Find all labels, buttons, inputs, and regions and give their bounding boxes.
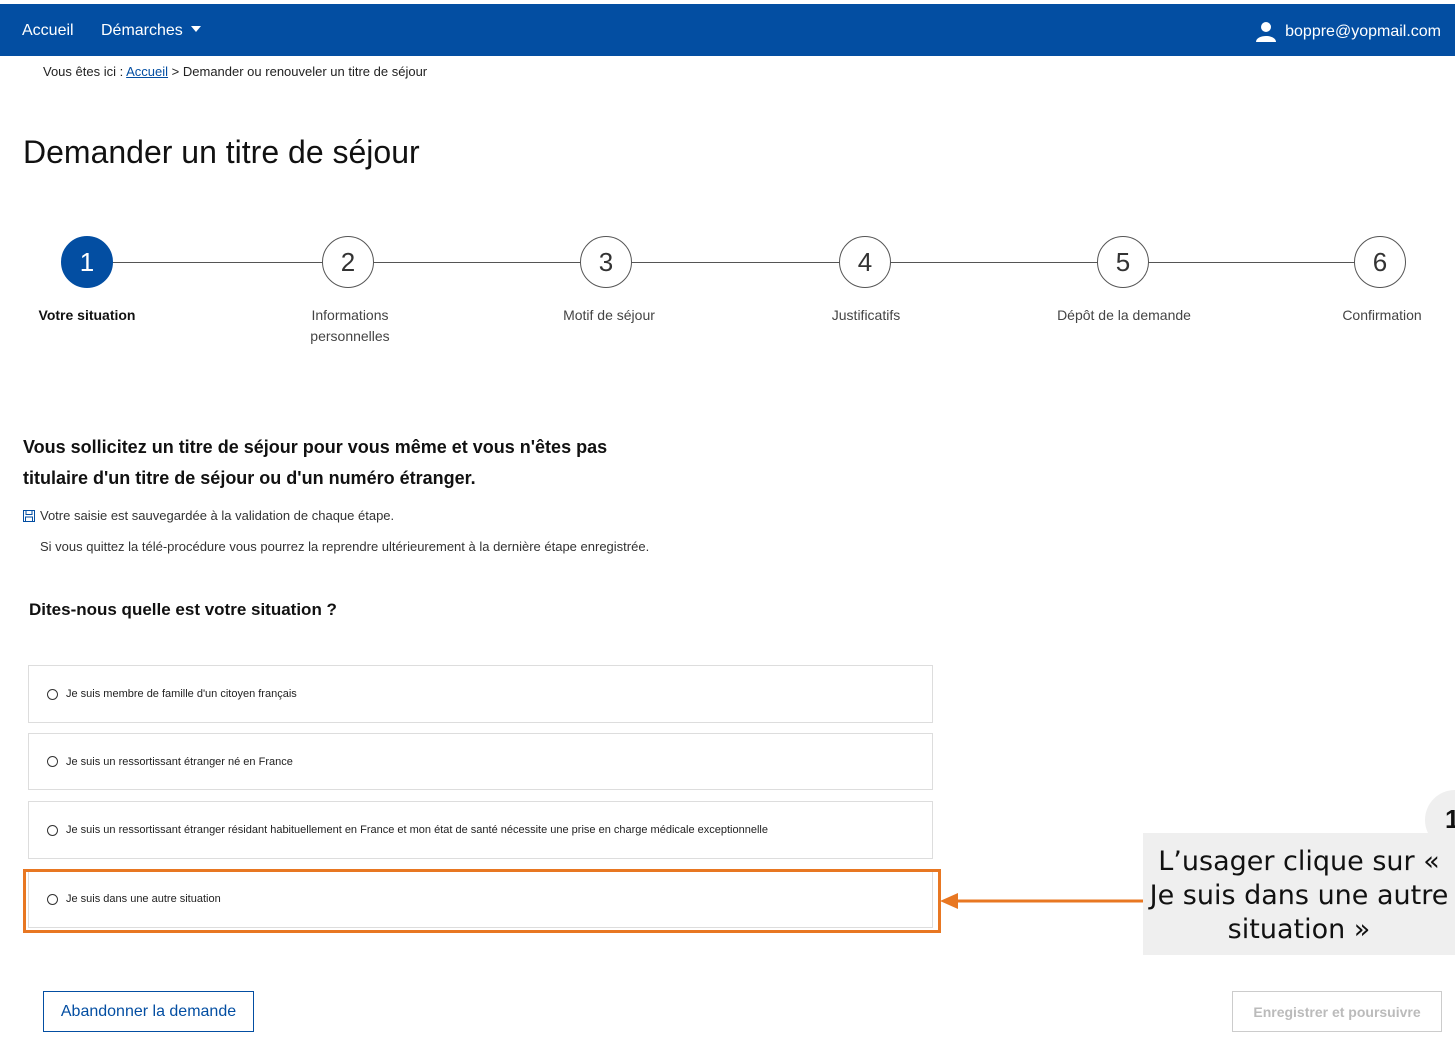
- breadcrumb-current: > Demander ou renouveler un titre de séj…: [171, 64, 428, 79]
- option-label: Je suis un ressortissant étranger né en …: [66, 755, 293, 768]
- step-6-circle: 6: [1354, 236, 1406, 288]
- annotation-arrow-icon: [940, 893, 1145, 909]
- save-note-text: Votre saisie est sauvegardée à la valida…: [40, 508, 395, 523]
- nav-demarches-menu[interactable]: Démarches: [101, 22, 201, 40]
- option-born-in-france[interactable]: Je suis un ressortissant étranger né en …: [28, 733, 933, 790]
- nav-home-link[interactable]: Accueil: [22, 22, 74, 40]
- step-2-circle: 2: [322, 236, 374, 288]
- save-note: Votre saisie est sauvegardée à la valida…: [23, 508, 394, 523]
- intro-text: Vous sollicitez un titre de séjour pour …: [23, 437, 608, 488]
- user-icon: [1256, 22, 1277, 42]
- step-3-label: Motif de séjour: [563, 307, 655, 323]
- nav-demarches-label: Démarches: [101, 22, 183, 39]
- progress-stepper: 1 2 3 4 5 6 Votre situation Informations…: [0, 236, 1455, 356]
- step-2-label: Informations personnelles: [310, 307, 390, 344]
- step-1-label: Votre situation: [38, 307, 136, 323]
- option-family-french-citizen[interactable]: Je suis membre de famille d'un citoyen f…: [28, 665, 933, 723]
- breadcrumb-prefix: Vous êtes ici :: [43, 64, 124, 79]
- stepper-line: [112, 262, 1358, 263]
- save-icon: [23, 509, 35, 522]
- radio-button[interactable]: [47, 756, 58, 767]
- annotation-callout: L’usager clique sur « Je suis dans une a…: [1143, 833, 1455, 955]
- breadcrumb-home-link[interactable]: Accueil: [126, 64, 168, 79]
- step-4-label: Justificatifs: [831, 307, 901, 323]
- step-6-label: Confirmation: [1342, 307, 1422, 323]
- quit-note: Si vous quittez la télé-procédure vous p…: [40, 539, 650, 554]
- page-title: Demander un titre de séjour: [23, 134, 420, 170]
- radio-button[interactable]: [47, 688, 58, 700]
- top-navbar: Accueil Démarches boppre@yopmail.com: [0, 0, 1455, 56]
- option-label: Je suis un ressortissant étranger résida…: [66, 824, 768, 836]
- situation-question: Dites-nous quelle est votre situation ?: [29, 600, 337, 619]
- radio-button[interactable]: [47, 824, 58, 836]
- step-5-label: Dépôt de la demande: [1057, 307, 1191, 323]
- breadcrumb: Vous êtes ici : Accueil > Demander ou re…: [43, 64, 427, 79]
- save-continue-button[interactable]: Enregistrer et poursuivre: [1232, 991, 1442, 1032]
- option-health-condition[interactable]: Je suis un ressortissant étranger résida…: [28, 801, 933, 859]
- chevron-down-icon: [190, 25, 201, 32]
- user-account-menu[interactable]: boppre@yopmail.com: [1255, 21, 1441, 43]
- radio-button[interactable]: [47, 893, 58, 905]
- step-3-circle: 3: [580, 236, 632, 288]
- step-1-circle: 1: [61, 236, 113, 288]
- abandon-request-button[interactable]: Abandonner la demande: [43, 991, 254, 1032]
- option-label: Je suis membre de famille d'un citoyen f…: [66, 688, 297, 700]
- step-5-circle: 5: [1097, 236, 1149, 288]
- step-4-circle: 4: [839, 236, 891, 288]
- user-email: boppre@yopmail.com: [1285, 23, 1441, 40]
- option-other-situation[interactable]: Je suis dans une autre situation: [28, 870, 933, 928]
- option-label: Je suis dans une autre situation: [66, 893, 221, 905]
